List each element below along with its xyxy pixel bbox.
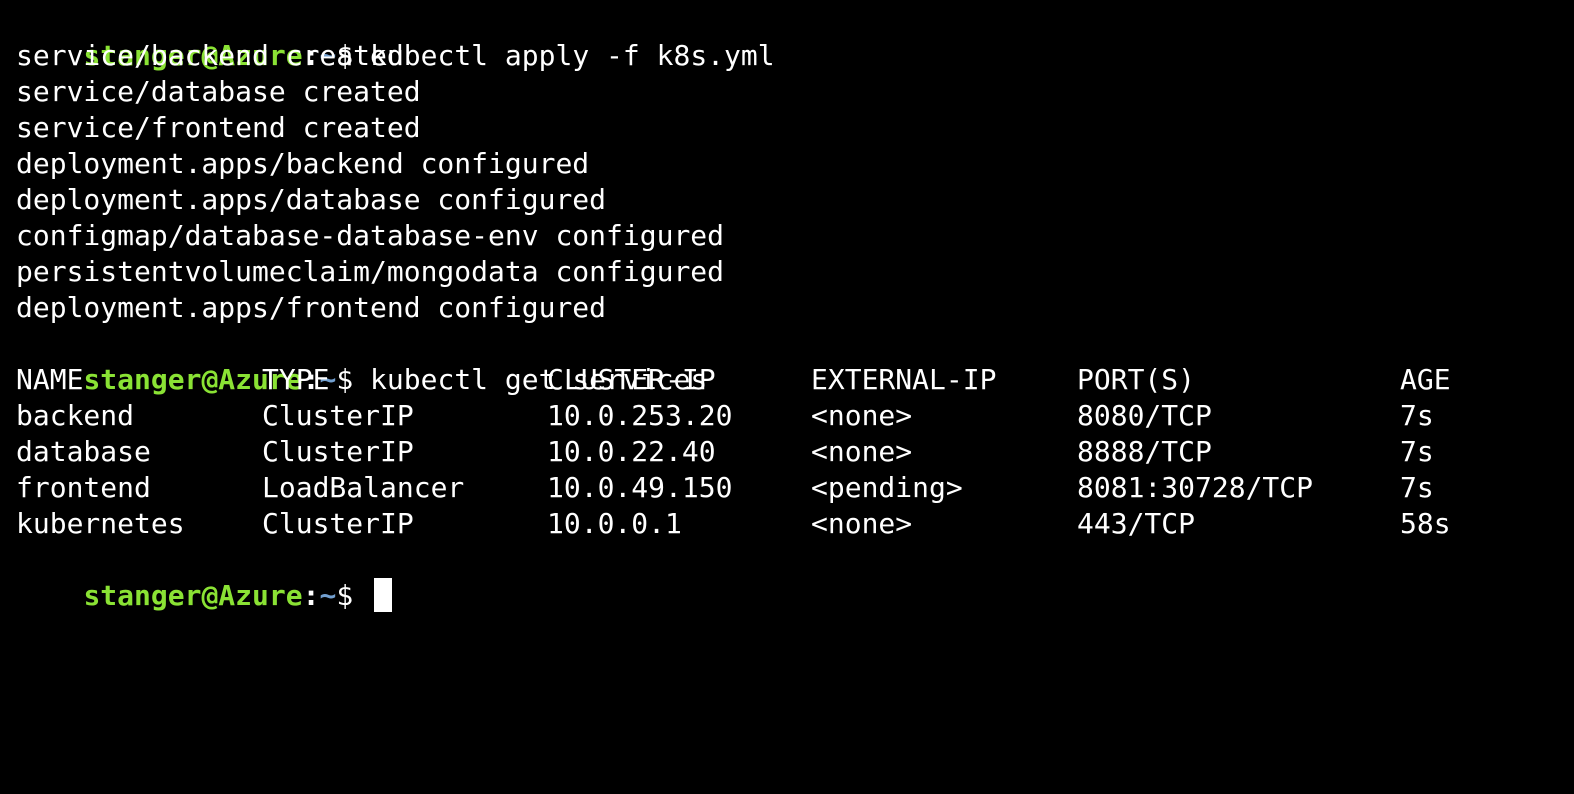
cell-external-ip: <none> xyxy=(811,507,913,540)
table-row: database ClusterIP 10.0.22.40 <none> 888… xyxy=(16,434,1574,470)
text-cursor[interactable] xyxy=(374,578,393,612)
header-name: NAME xyxy=(16,363,84,396)
cell-name: frontend xyxy=(16,471,151,504)
output-line: service/database created xyxy=(16,75,421,108)
cell-ports: 8888/TCP xyxy=(1077,435,1212,468)
table-row: frontend LoadBalancer 10.0.49.150 <pendi… xyxy=(16,470,1574,506)
cell-external-ip: <none> xyxy=(811,435,913,468)
cell-age: 7s xyxy=(1400,399,1434,432)
prompt-line-apply: stanger@Azure:~$ kubectl apply -f k8s.ym… xyxy=(16,2,1574,72)
cell-cluster-ip: 10.0.22.40 xyxy=(547,435,716,468)
prompt-dollar: $ xyxy=(336,579,354,612)
output-line: deployment.apps/frontend configured xyxy=(16,291,607,324)
table-row: backend ClusterIP 10.0.253.20 <none> 808… xyxy=(16,398,1574,434)
prompt-line-get-services: stanger@Azure:~$ kubectl get services xyxy=(16,326,1574,396)
output-line: deployment.apps/database configured xyxy=(16,183,607,216)
cell-type: ClusterIP xyxy=(262,507,414,540)
cell-cluster-ip: 10.0.0.1 xyxy=(547,507,682,540)
cell-ports: 443/TCP xyxy=(1077,507,1196,540)
header-type: TYPE xyxy=(262,363,330,396)
output-line: configmap/database-database-env configur… xyxy=(16,219,725,252)
cell-name: database xyxy=(16,435,151,468)
terminal-window[interactable]: stanger@Azure:~$ kubectl apply -f k8s.ym… xyxy=(0,0,1574,612)
table-row: kubernetes ClusterIP 10.0.0.1 <none> 443… xyxy=(16,506,1574,542)
cell-age: 7s xyxy=(1400,471,1434,504)
cell-type: LoadBalancer xyxy=(262,471,465,504)
output-line: service/frontend created xyxy=(16,111,421,144)
cell-ports: 8081:30728/TCP xyxy=(1077,471,1314,504)
cell-type: ClusterIP xyxy=(262,399,414,432)
prompt-path: ~ xyxy=(319,579,337,612)
cell-type: ClusterIP xyxy=(262,435,414,468)
cell-external-ip: <none> xyxy=(811,399,913,432)
cell-ports: 8080/TCP xyxy=(1077,399,1212,432)
cell-cluster-ip: 10.0.49.150 xyxy=(547,471,733,504)
header-ports: PORT(S) xyxy=(1077,363,1196,396)
header-cluster-ip: CLUSTER-IP xyxy=(547,363,716,396)
prompt-line-current[interactable]: stanger@Azure:~$ xyxy=(16,542,1574,612)
cell-name: backend xyxy=(16,399,135,432)
cell-age: 58s xyxy=(1400,507,1451,540)
output-line: persistentvolumeclaim/mongodata configur… xyxy=(16,255,725,288)
output-line: deployment.apps/backend configured xyxy=(16,147,590,180)
services-table-header: NAME TYPE CLUSTER-IP EXTERNAL-IP PORT(S)… xyxy=(16,362,1574,398)
header-external-ip: EXTERNAL-IP xyxy=(811,363,997,396)
cell-cluster-ip: 10.0.253.20 xyxy=(547,399,733,432)
command-text: kubectl apply -f k8s.yml xyxy=(370,39,775,72)
header-age: AGE xyxy=(1400,363,1451,396)
cell-age: 7s xyxy=(1400,435,1434,468)
cell-name: kubernetes xyxy=(16,507,185,540)
output-line: service/backend created xyxy=(16,39,404,72)
prompt-separator: : xyxy=(302,579,320,612)
cell-external-ip: <pending> xyxy=(811,471,963,504)
prompt-user-host: stanger@Azure xyxy=(83,579,303,612)
